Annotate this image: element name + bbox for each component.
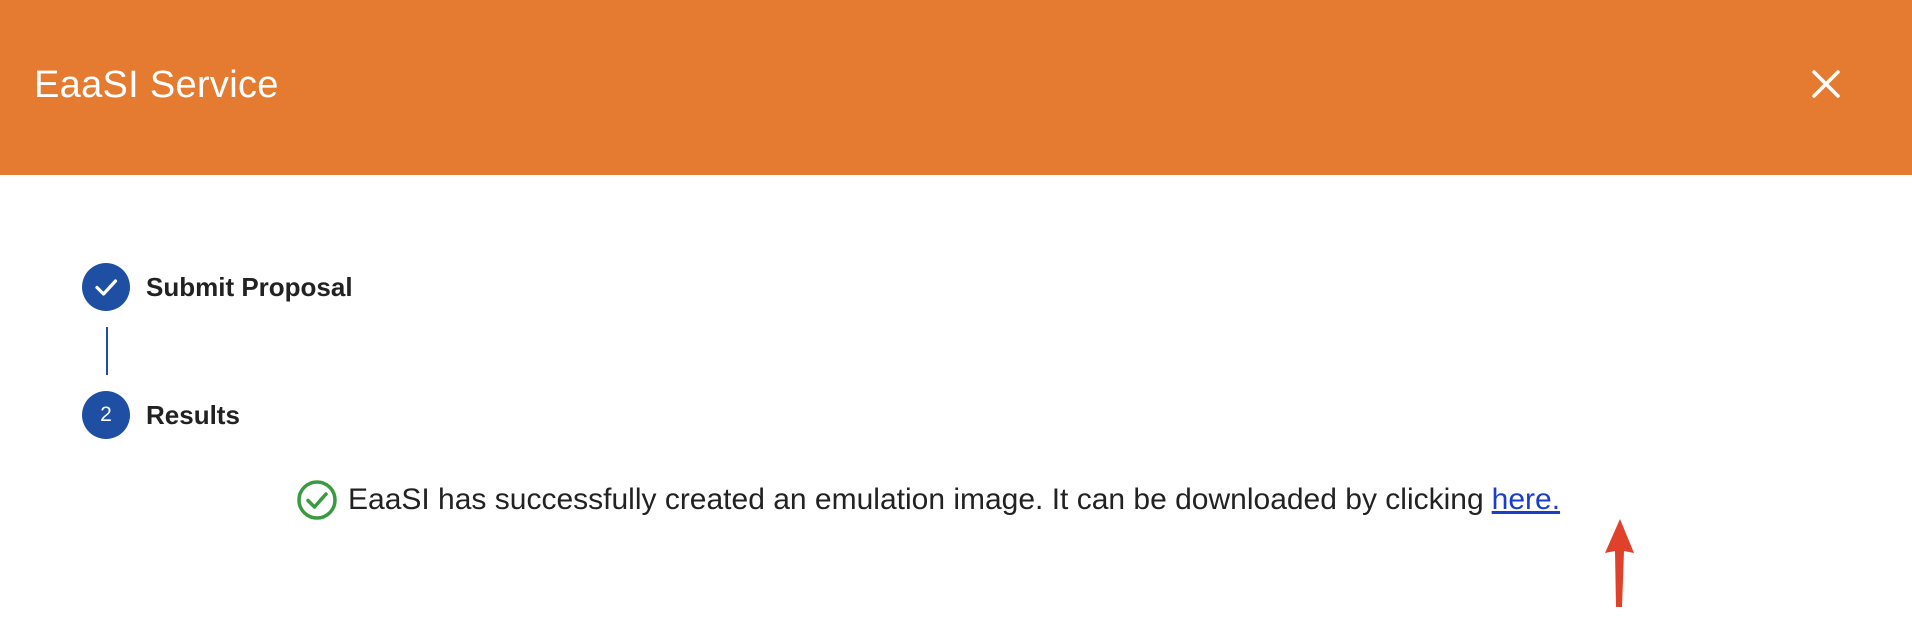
dialog-header: EaaSI Service xyxy=(0,0,1912,175)
step-1-completed-marker xyxy=(82,263,130,311)
step-connector xyxy=(106,327,108,375)
step-2-label: Results xyxy=(146,400,240,430)
eaasi-service-dialog: EaaSI Service Submit Proposal 2 Results … xyxy=(0,0,1912,630)
red-arrow-up-icon xyxy=(1605,519,1634,607)
step-2-number-marker: 2 xyxy=(82,391,130,439)
dialog-title: EaaSI Service xyxy=(34,64,279,106)
close-button[interactable] xyxy=(1806,64,1846,104)
step-1-label: Submit Proposal xyxy=(146,272,353,302)
result-message: EaaSI has successfully created an emulat… xyxy=(348,483,1484,516)
close-icon xyxy=(1812,70,1840,98)
check-circle-icon xyxy=(297,480,337,520)
download-link[interactable]: here. xyxy=(1492,483,1560,517)
result-message-row: EaaSI has successfully created an emulat… xyxy=(296,478,1560,522)
check-icon xyxy=(95,279,118,296)
